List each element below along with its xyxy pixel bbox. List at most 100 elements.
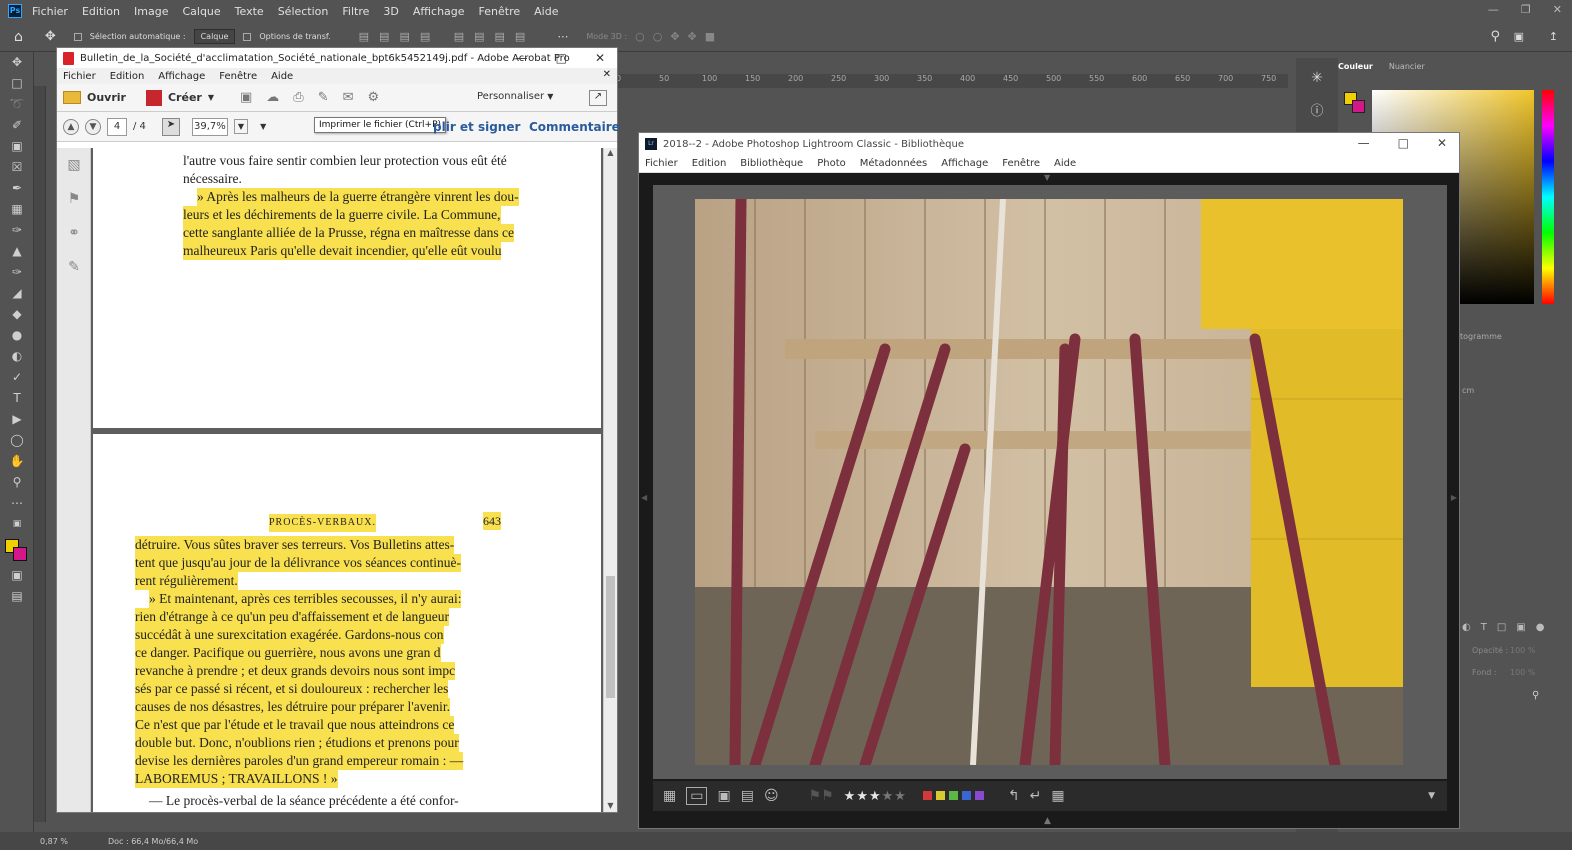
grid-view-icon[interactable]: ▦ bbox=[663, 788, 676, 804]
rotate-left-icon[interactable]: ↰ bbox=[1008, 788, 1020, 804]
menu-fichier[interactable]: Fichier bbox=[32, 5, 68, 18]
acrobat-scrollbar[interactable]: ▲ ▼ bbox=[603, 148, 617, 812]
save-icon[interactable]: ▣ bbox=[240, 90, 252, 105]
lr-menu-edition[interactable]: Edition bbox=[692, 158, 727, 169]
color-label[interactable] bbox=[948, 791, 958, 800]
brush-icon[interactable]: ✑ bbox=[0, 220, 34, 241]
rotate-right-icon[interactable]: ↵ bbox=[1030, 788, 1042, 804]
edit-icon[interactable]: ✎ bbox=[318, 90, 329, 105]
acro-menu-edition[interactable]: Edition bbox=[110, 71, 145, 82]
prev-page-icon[interactable]: ▲ bbox=[63, 118, 79, 135]
menu-aide[interactable]: Aide bbox=[534, 5, 558, 18]
blur-icon[interactable]: ● bbox=[0, 325, 34, 346]
acrobat-minimize-icon[interactable]: — bbox=[516, 51, 528, 65]
histogram-tab[interactable]: togramme bbox=[1460, 332, 1502, 341]
workspace-icon[interactable]: ▣ bbox=[1514, 30, 1524, 43]
hand-icon[interactable]: ✋ bbox=[0, 451, 34, 472]
eraser-icon[interactable]: ◢ bbox=[0, 283, 34, 304]
page-thumbnails-icon[interactable]: ▧ bbox=[57, 148, 91, 182]
align-icons[interactable]: ▤▤▤▤ ▤▤▤▤ bbox=[359, 30, 536, 43]
lasso-icon[interactable]: ➰ bbox=[0, 94, 34, 115]
rating-star[interactable]: ★ bbox=[882, 789, 895, 804]
more-options-icon[interactable]: ⋯ bbox=[557, 30, 568, 43]
expand-icon[interactable]: ↗ bbox=[589, 90, 607, 106]
color-label[interactable] bbox=[974, 791, 984, 800]
color-label[interactable] bbox=[961, 791, 971, 800]
rating-star[interactable]: ★ bbox=[856, 789, 869, 804]
crop-overlay-icon[interactable]: ▦ bbox=[1051, 788, 1064, 804]
menu-calque[interactable]: Calque bbox=[182, 5, 220, 18]
acro-menu-aide[interactable]: Aide bbox=[271, 71, 293, 82]
lock-icon[interactable]: ⚲ bbox=[1532, 690, 1539, 701]
menu-texte[interactable]: Texte bbox=[235, 5, 264, 18]
move-tool-icon[interactable]: ✥ bbox=[45, 29, 56, 44]
scroll-down-icon[interactable]: ▼ bbox=[604, 801, 617, 810]
lr-menu-photo[interactable]: Photo bbox=[817, 158, 846, 169]
main-photo[interactable] bbox=[695, 199, 1403, 765]
scroll-up-icon[interactable]: ▲ bbox=[604, 148, 617, 157]
acro-menu-affichage[interactable]: Affichage bbox=[158, 71, 205, 82]
attachments-icon[interactable]: ⚭ bbox=[57, 216, 91, 250]
healing-icon[interactable]: ▦ bbox=[0, 199, 34, 220]
lr-menu-affichage[interactable]: Affichage bbox=[941, 158, 988, 169]
zoom-input[interactable]: 39,7% bbox=[191, 117, 228, 136]
acro-menu-fichier[interactable]: Fichier bbox=[63, 71, 96, 82]
tab-couleur[interactable]: Couleur bbox=[1338, 62, 1373, 71]
next-page-icon[interactable]: ▼ bbox=[85, 118, 101, 135]
marquee-icon[interactable]: □ bbox=[0, 73, 34, 94]
menu-3d[interactable]: 3D bbox=[383, 5, 398, 18]
menu-image[interactable]: Image bbox=[134, 5, 168, 18]
mail-icon[interactable]: ✉ bbox=[343, 90, 354, 105]
quick-mask-icon[interactable]: ▣ bbox=[0, 565, 34, 586]
customize-dropdown[interactable]: Personnaliser ▼ bbox=[477, 91, 553, 102]
color-panel-icon[interactable]: ✳ bbox=[1296, 70, 1338, 100]
menu-fenetre[interactable]: Fenêtre bbox=[479, 5, 521, 18]
lr-minimize-icon[interactable]: — bbox=[1358, 136, 1370, 150]
layer-panel-icons[interactable]: ◐T□▣● bbox=[1462, 622, 1554, 633]
color-swatches[interactable] bbox=[0, 535, 34, 565]
acrobat-close-icon[interactable]: ✕ bbox=[595, 51, 605, 65]
fill-sign-button[interactable]: plir et signer bbox=[433, 120, 520, 134]
share-icon[interactable]: ↥ bbox=[1549, 30, 1558, 43]
toolbar-menu-chevron-icon[interactable]: ▼ bbox=[1428, 791, 1435, 801]
menu-edition[interactable]: Edition bbox=[82, 5, 120, 18]
print-icon[interactable]: ⎙ bbox=[293, 90, 303, 105]
lr-menu-fichier[interactable]: Fichier bbox=[645, 158, 678, 169]
lr-close-icon[interactable]: ✕ bbox=[1437, 136, 1447, 150]
move-icon[interactable]: ✥ bbox=[0, 52, 34, 73]
info-icon[interactable]: ⓘ bbox=[1296, 100, 1338, 130]
top-panel-toggle-icon[interactable]: ▼ bbox=[1044, 173, 1050, 182]
opacity-value[interactable]: 100 % bbox=[1510, 646, 1535, 655]
flag-icons[interactable]: ⚑⚑ bbox=[809, 788, 834, 804]
ellipse-icon[interactable]: ◯ bbox=[0, 430, 34, 451]
hue-slider[interactable] bbox=[1542, 90, 1554, 304]
open-button[interactable]: Ouvrir bbox=[63, 91, 126, 104]
acrobat-maximize-icon[interactable]: □ bbox=[556, 51, 567, 65]
zoom-level[interactable]: 0,87 % bbox=[40, 837, 68, 846]
background-color[interactable] bbox=[13, 547, 27, 561]
lr-maximize-icon[interactable]: □ bbox=[1398, 136, 1409, 150]
minimize-icon[interactable]: — bbox=[1488, 3, 1499, 16]
transform-checkbox[interactable] bbox=[243, 32, 252, 41]
survey-view-icon[interactable]: ▤ bbox=[741, 788, 754, 804]
layer-dropdown[interactable]: Calque bbox=[193, 29, 236, 44]
close-icon[interactable]: ✕ bbox=[1553, 3, 1562, 16]
screen-mode-icon[interactable]: ▤ bbox=[0, 586, 34, 607]
stamp-icon[interactable]: ▲ bbox=[0, 241, 34, 262]
path-select-icon[interactable]: ▶ bbox=[0, 409, 34, 430]
acro-menu-fenetre[interactable]: Fenêtre bbox=[219, 71, 257, 82]
people-view-icon[interactable]: ☺ bbox=[764, 788, 779, 804]
history-brush-icon[interactable]: ✑ bbox=[0, 262, 34, 283]
signatures-icon[interactable]: ✎ bbox=[57, 250, 91, 284]
select-tool-icon[interactable]: ➤ bbox=[161, 117, 180, 136]
lr-menu-bibliotheque[interactable]: Bibliothèque bbox=[740, 158, 803, 169]
create-button[interactable]: Créer ▼ bbox=[145, 89, 214, 106]
right-panel-toggle-icon[interactable]: ▶ bbox=[1451, 493, 1457, 502]
panel-background-swatch[interactable] bbox=[1352, 100, 1365, 113]
menu-selection[interactable]: Sélection bbox=[278, 5, 329, 18]
more-tools-icon[interactable]: ⋯ bbox=[0, 493, 34, 514]
frame-icon[interactable]: ☒ bbox=[0, 157, 34, 178]
color-labels[interactable] bbox=[922, 788, 988, 804]
pen-icon[interactable]: ✓ bbox=[0, 367, 34, 388]
star-rating[interactable]: ★★★★★ bbox=[844, 789, 907, 804]
